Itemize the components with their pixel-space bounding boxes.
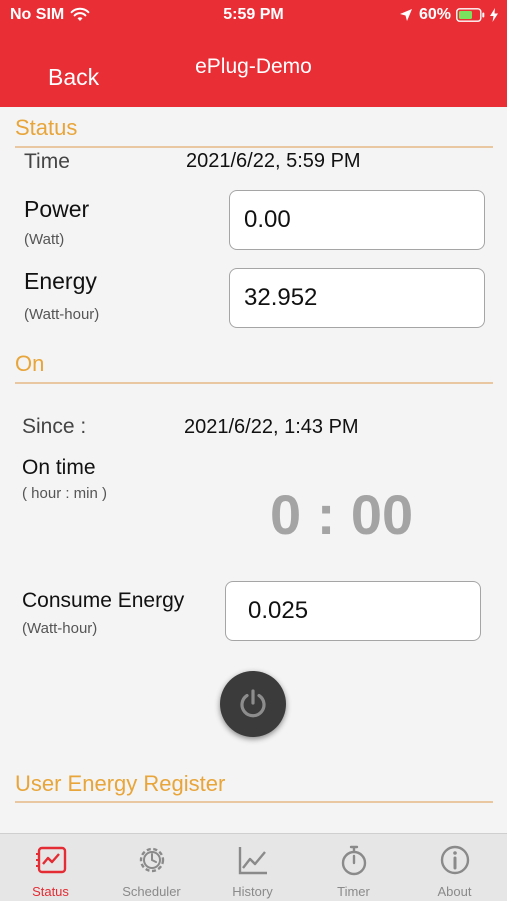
power-value: 0.00 xyxy=(244,206,291,233)
on-time-value: 0 : 00 xyxy=(270,483,414,546)
tab-scheduler-label: Scheduler xyxy=(122,884,181,899)
charging-icon xyxy=(490,8,498,22)
energy-value: 32.952 xyxy=(244,284,318,311)
tab-scheduler[interactable]: Scheduler xyxy=(101,834,202,901)
time-label: Time xyxy=(24,150,70,173)
battery-percent: 60% xyxy=(418,6,451,23)
power-field: 0.00 xyxy=(229,190,485,250)
consume-energy-unit: (Watt-hour) xyxy=(22,620,98,637)
since-label: Since : xyxy=(22,415,87,438)
tab-timer-label: Timer xyxy=(337,884,370,899)
register-section-title: User Energy Register xyxy=(15,771,226,796)
power-label: Power xyxy=(24,196,90,222)
energy-field: 32.952 xyxy=(229,268,485,328)
gear-icon xyxy=(139,847,165,873)
tab-about[interactable]: About xyxy=(404,834,505,901)
on-section-title: On xyxy=(15,351,45,376)
energy-label: Energy xyxy=(24,268,97,294)
power-icon xyxy=(240,689,266,718)
status-section-title: Status xyxy=(15,115,78,140)
energy-unit: (Watt-hour) xyxy=(24,306,100,323)
since-value: 2021/6/22, 1:43 PM xyxy=(184,416,359,438)
battery-icon xyxy=(456,8,485,22)
page-title: ePlug-Demo xyxy=(195,55,312,78)
header-bar: No SIM 5:59 PM 60% Back ePlug-Demo xyxy=(0,0,507,107)
power-toggle-button[interactable] xyxy=(220,671,286,737)
stopwatch-icon xyxy=(341,845,367,876)
status-icon xyxy=(36,846,67,874)
status-divider xyxy=(15,146,493,148)
on-time-label: On time xyxy=(22,456,96,479)
tab-about-label: About xyxy=(437,884,472,899)
register-divider xyxy=(15,801,493,803)
location-icon xyxy=(399,9,412,21)
status-bar-right: 60% xyxy=(399,6,499,24)
time-value: 2021/6/22, 5:59 PM xyxy=(186,150,361,172)
tab-timer[interactable]: Timer xyxy=(303,834,404,901)
tab-history[interactable]: History xyxy=(202,834,303,901)
info-icon xyxy=(440,845,470,875)
tab-bar: Status Scheduler History Timer About xyxy=(0,833,507,901)
tab-status-label: Status xyxy=(32,884,69,899)
power-unit: (Watt) xyxy=(24,231,65,248)
consume-energy-label: Consume Energy xyxy=(22,589,185,612)
tab-status[interactable]: Status xyxy=(0,834,101,901)
tab-history-label: History xyxy=(232,884,273,899)
chart-icon xyxy=(238,847,267,875)
consume-energy-field: 0.025 xyxy=(225,581,481,641)
consume-energy-value: 0.025 xyxy=(248,597,309,624)
on-divider xyxy=(15,382,493,384)
